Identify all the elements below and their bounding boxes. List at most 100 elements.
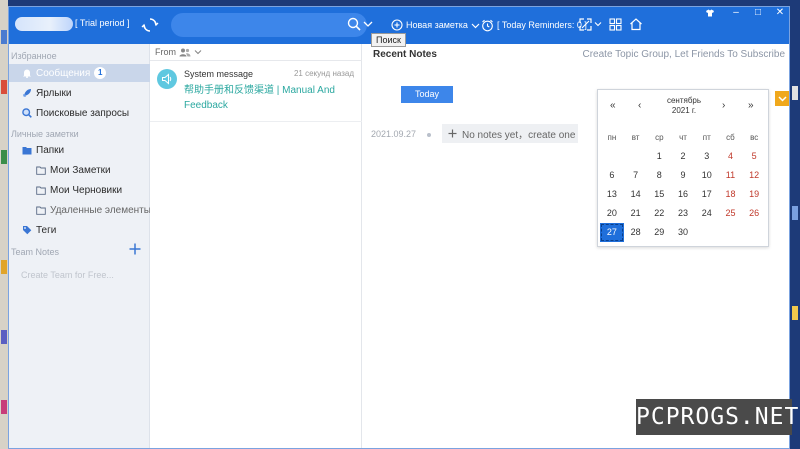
alarm-clock-icon <box>482 19 493 31</box>
prev-year-button[interactable]: « <box>610 100 616 111</box>
calendar-day[interactable]: 30 <box>671 223 695 242</box>
calendar-close-button[interactable] <box>775 91 789 106</box>
home-icon[interactable] <box>629 17 643 31</box>
sidebar-item-tags[interactable]: Теги <box>9 221 150 239</box>
calendar-day[interactable]: 21 <box>624 204 648 223</box>
timeline-date: 2021.09.27 <box>371 129 417 139</box>
prev-month-button[interactable]: ‹ <box>638 100 641 111</box>
chevron-down-icon[interactable] <box>594 21 602 27</box>
calendar-day[interactable]: 22 <box>647 204 671 223</box>
team-notes-header: Team Notes <box>11 247 60 257</box>
search-input[interactable] <box>171 13 367 37</box>
create-note-button[interactable]: No notes yet，create one <box>442 124 578 143</box>
speaker-icon <box>162 73 172 85</box>
calendar-day[interactable]: 19 <box>742 185 766 204</box>
calendar-day[interactable]: 2 <box>671 147 695 166</box>
search-icon[interactable] <box>347 17 361 31</box>
weekday-label: вс <box>750 133 759 142</box>
maximize-icon[interactable]: □ <box>747 7 769 19</box>
calendar-week: 13 14 15 16 17 18 19 <box>600 185 766 204</box>
weekday-label: чт <box>679 133 687 142</box>
calendar-day[interactable]: 8 <box>647 166 671 185</box>
sidebar-item-label: Ярлыки <box>36 87 72 99</box>
chevron-down-icon[interactable] <box>363 20 373 28</box>
sidebar-item-my-drafts[interactable]: Мои Черновики <box>9 181 150 199</box>
reminder-button[interactable]: [ Today Reminders: 0 ] <box>481 17 587 33</box>
calendar-day[interactable]: 5 <box>742 147 766 166</box>
page-title: Recent Notes <box>373 49 437 60</box>
calendar-day[interactable]: 27 <box>600 223 624 242</box>
plus-circle-icon <box>391 19 403 31</box>
app-logo <box>15 17 73 31</box>
calendar-day[interactable]: 17 <box>695 185 719 204</box>
sidebar-item-my-notes[interactable]: Мои Заметки <box>9 161 150 179</box>
calendar-day[interactable]: 15 <box>647 185 671 204</box>
avatar <box>157 69 177 89</box>
close-icon[interactable]: ✕ <box>769 7 789 19</box>
from-label: From <box>155 47 176 57</box>
sidebar-item-saved-searches[interactable]: Поисковые запросы <box>9 104 150 122</box>
weekday-label: вт <box>631 133 640 142</box>
create-team-link[interactable]: Create Team for Free... <box>21 270 114 280</box>
today-button[interactable]: Today <box>401 86 453 103</box>
calendar-day[interactable]: 23 <box>671 204 695 223</box>
folder-outline-icon <box>36 206 46 215</box>
chevron-down-icon <box>194 50 202 55</box>
trial-label: [ Trial period ] <box>75 18 130 28</box>
sidebar-item-label: Мои Черновики <box>50 184 123 196</box>
desktop-background-right <box>790 6 800 449</box>
calendar-day[interactable]: 20 <box>600 204 624 223</box>
calendar-grid: пн вт ср чт пт сб вс 1 2 3 4 5 6 7 8 9 10 11 12 13 14 15 16 17 1… <box>600 128 766 242</box>
sidebar-item-folders[interactable]: Папки <box>9 141 150 159</box>
search-icon <box>22 108 32 118</box>
weekday-label: пн <box>607 133 617 142</box>
folder-icon <box>22 146 32 154</box>
calendar-day[interactable]: 26 <box>742 204 766 223</box>
calendar-day[interactable]: 16 <box>671 185 695 204</box>
next-month-button[interactable]: › <box>722 100 725 111</box>
main-panel: Recent Notes Create Topic Group, Let Fri… <box>363 44 789 448</box>
calendar-day[interactable]: 12 <box>742 166 766 185</box>
personal-notes-header: Личные заметки <box>11 129 79 139</box>
calendar-day[interactable]: 10 <box>695 166 719 185</box>
list-item[interactable]: System message 21 секунд назад 帮助手册和反馈渠道… <box>150 62 362 122</box>
grid-icon[interactable] <box>609 18 622 31</box>
sidebar-item-label: Сообщения <box>36 67 91 79</box>
calendar-month-year[interactable]: сентябрь 2021 г. <box>644 96 724 116</box>
sidebar-item-label: Удаленные элементы <box>50 204 151 216</box>
calendar-empty-cell <box>719 223 743 242</box>
calendar-week: 6 7 8 9 10 11 12 <box>600 166 766 185</box>
manual-feedback-link[interactable]: 帮助手册和反馈渠道 | Manual And Feedback <box>184 83 356 113</box>
calendar-day[interactable]: 3 <box>695 147 719 166</box>
calendar-day[interactable]: 13 <box>600 185 624 204</box>
calendar-day[interactable]: 7 <box>624 166 648 185</box>
minimize-icon[interactable]: – <box>725 7 747 19</box>
calendar-day[interactable]: 18 <box>719 185 743 204</box>
sidebar-item-label: Поисковые запросы <box>36 107 130 119</box>
next-year-button[interactable]: » <box>748 100 754 111</box>
from-filter[interactable]: From <box>150 44 362 61</box>
calendar-day[interactable]: 28 <box>624 223 648 242</box>
sync-icon[interactable] <box>141 16 159 34</box>
sidebar-item-messages[interactable]: Сообщения 1 <box>9 64 150 82</box>
calendar-day[interactable]: 24 <box>695 204 719 223</box>
folder-outline-icon <box>36 166 46 175</box>
tag-icon <box>23 226 32 235</box>
expand-icon[interactable] <box>579 18 592 31</box>
calendar-day[interactable]: 25 <box>719 204 743 223</box>
skin-icon[interactable] <box>705 9 715 17</box>
add-team-icon[interactable] <box>129 243 141 255</box>
new-note-button[interactable]: Новая заметка <box>391 17 480 33</box>
sidebar-item-label: Теги <box>36 224 57 236</box>
calendar-day[interactable]: 1 <box>647 147 671 166</box>
sidebar-item-deleted[interactable]: Удаленные элементы <box>9 201 151 219</box>
calendar-day[interactable]: 11 <box>719 166 743 185</box>
calendar-day[interactable]: 6 <box>600 166 624 185</box>
sidebar-item-shortcuts[interactable]: Ярлыки <box>9 84 150 102</box>
calendar-day[interactable]: 29 <box>647 223 671 242</box>
calendar-day[interactable]: 4 <box>719 147 743 166</box>
create-topic-link[interactable]: Create Topic Group, Let Friends To Subsc… <box>582 49 785 60</box>
calendar-day[interactable]: 9 <box>671 166 695 185</box>
calendar-day[interactable]: 14 <box>624 185 648 204</box>
calendar-empty-cell <box>624 147 648 166</box>
